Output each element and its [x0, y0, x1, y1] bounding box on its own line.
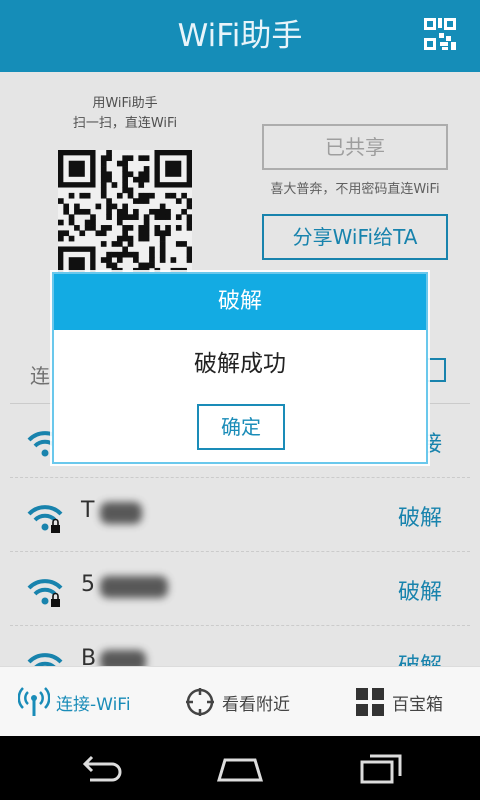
confirm-button[interactable]: 确定: [197, 404, 285, 450]
app-bar: WiFi助手: [0, 0, 480, 72]
bottom-tab-bar: 连接-WiFi 看看附近 百宝箱: [0, 666, 480, 736]
tab-treasure-box[interactable]: 百宝箱: [354, 667, 443, 737]
dialog-message: 破解成功: [194, 351, 286, 377]
system-nav-bar: [0, 736, 480, 800]
tab-connect-wifi[interactable]: 连接-WiFi: [18, 667, 131, 737]
dialog-title: 破解: [54, 274, 426, 330]
tab-connect-label: 连接-WiFi: [56, 694, 131, 715]
crosshair-icon: [186, 688, 214, 716]
qr-code-icon[interactable]: [422, 16, 458, 52]
result-dialog: 破解 破解成功 确定: [52, 272, 428, 464]
recent-apps-icon[interactable]: [356, 750, 406, 786]
tab-nearby-label: 看看附近: [222, 694, 290, 715]
grid-icon: [356, 688, 384, 716]
app-title: WiFi助手: [177, 18, 303, 54]
tab-treasure-label: 百宝箱: [392, 694, 443, 715]
back-icon[interactable]: [76, 750, 126, 786]
home-icon[interactable]: [215, 750, 265, 786]
wifi-broadcast-icon: [18, 687, 50, 716]
tab-nearby[interactable]: 看看附近: [184, 667, 290, 737]
